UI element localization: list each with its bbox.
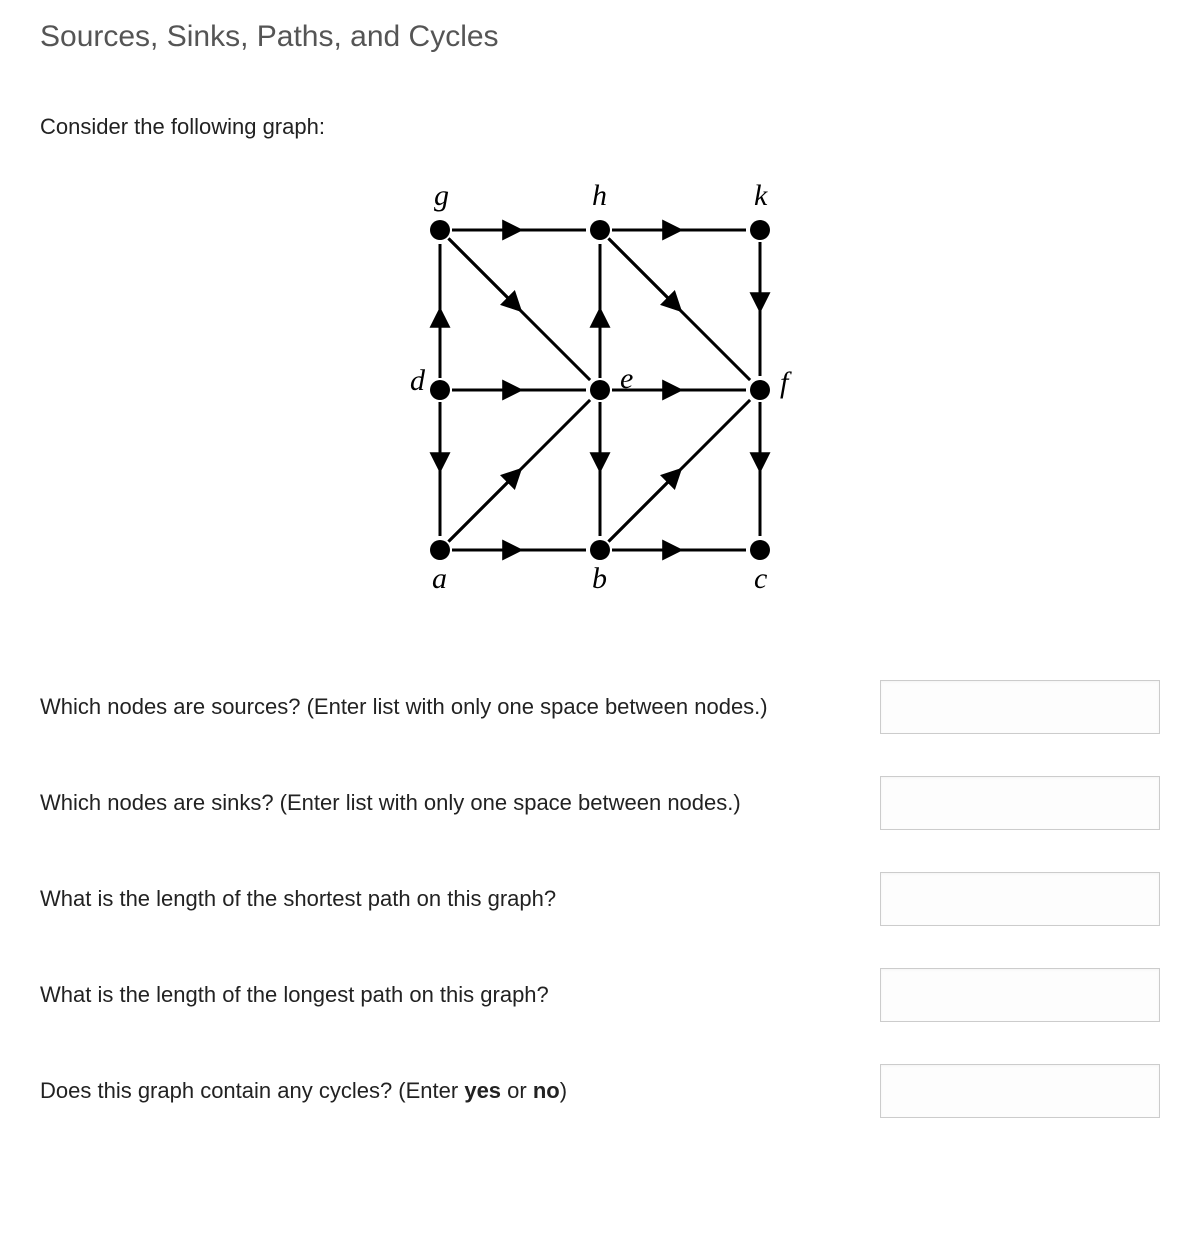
- longest-path-input[interactable]: [880, 968, 1160, 1022]
- question-text: What is the length of the longest path o…: [40, 982, 850, 1008]
- edge-arrow-h-f: [608, 238, 679, 309]
- node-label-g: g: [434, 179, 449, 212]
- edge-arrow-a-e: [448, 471, 519, 542]
- shortest-path-input[interactable]: [880, 872, 1160, 926]
- q5-yes: yes: [464, 1078, 501, 1103]
- node-label-d: d: [410, 364, 426, 397]
- q5-text-pre: Does this graph contain any cycles? (Ent…: [40, 1078, 464, 1103]
- graph-svg: g h k d e f a b c: [380, 170, 820, 610]
- question-row: Which nodes are sources? (Enter list wit…: [40, 680, 1160, 734]
- node-label-f: f: [780, 366, 792, 399]
- question-row: Does this graph contain any cycles? (Ent…: [40, 1064, 1160, 1118]
- node-k: [750, 220, 770, 240]
- question-row: What is the length of the longest path o…: [40, 968, 1160, 1022]
- node-label-e: e: [620, 362, 633, 395]
- node-h: [590, 220, 610, 240]
- page: Sources, Sinks, Paths, and Cycles Consid…: [0, 0, 1200, 1158]
- question-text: Does this graph contain any cycles? (Ent…: [40, 1078, 850, 1104]
- node-a: [430, 540, 450, 560]
- edge-arrow-g-e: [448, 238, 519, 309]
- edge-arrow-b-f: [608, 471, 679, 542]
- q5-no: no: [533, 1078, 560, 1103]
- sinks-input[interactable]: [880, 776, 1160, 830]
- node-c: [750, 540, 770, 560]
- question-row: What is the length of the shortest path …: [40, 872, 1160, 926]
- cycles-input[interactable]: [880, 1064, 1160, 1118]
- node-f: [750, 380, 770, 400]
- node-b: [590, 540, 610, 560]
- page-title: Sources, Sinks, Paths, and Cycles: [40, 20, 1160, 54]
- node-label-b: b: [592, 562, 607, 595]
- node-label-a: a: [432, 562, 447, 595]
- node-label-h: h: [592, 179, 607, 212]
- questions-list: Which nodes are sources? (Enter list wit…: [40, 680, 1160, 1118]
- node-g: [430, 220, 450, 240]
- q5-text-mid: or: [501, 1078, 533, 1103]
- node-label-k: k: [754, 179, 768, 212]
- question-text: What is the length of the shortest path …: [40, 886, 850, 912]
- graph-figure: g h k d e f a b c: [40, 170, 1160, 610]
- question-row: Which nodes are sinks? (Enter list with …: [40, 776, 1160, 830]
- intro-text: Consider the following graph:: [40, 114, 1160, 140]
- node-e: [590, 380, 610, 400]
- sources-input[interactable]: [880, 680, 1160, 734]
- node-d: [430, 380, 450, 400]
- question-text: Which nodes are sinks? (Enter list with …: [40, 790, 850, 816]
- q5-text-post: ): [560, 1078, 567, 1103]
- node-label-c: c: [754, 562, 767, 595]
- question-text: Which nodes are sources? (Enter list wit…: [40, 694, 850, 720]
